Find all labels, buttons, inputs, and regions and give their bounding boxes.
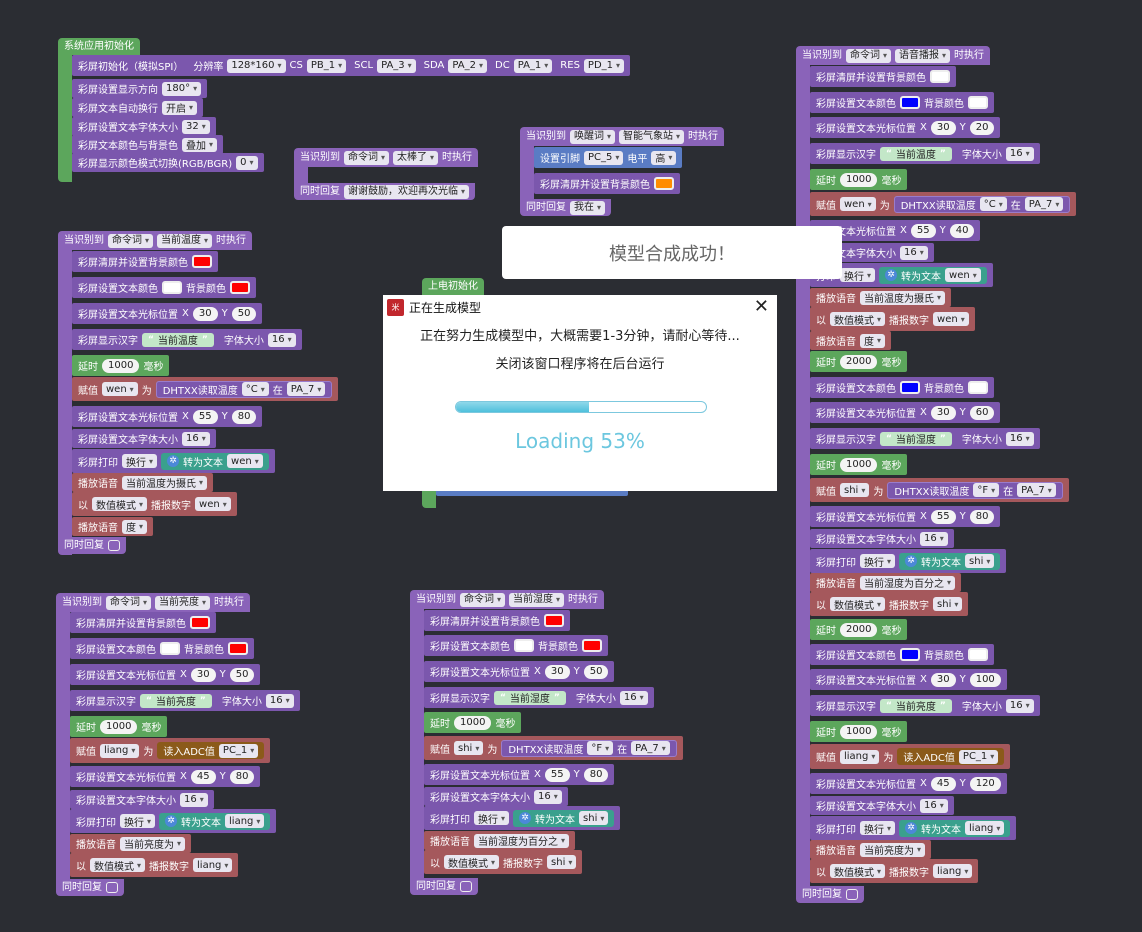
- loading-text: Loading 53%: [515, 429, 645, 453]
- direction-block[interactable]: 彩屏设置显示方向 180°: [72, 79, 208, 98]
- res-pin-dropdown[interactable]: PD_1: [583, 58, 625, 73]
- text-color-swatch[interactable]: [900, 648, 920, 661]
- gear-icon[interactable]: ✲: [519, 812, 532, 824]
- text-color-swatch[interactable]: [900, 96, 920, 109]
- dialog-title: 正在生成模型: [409, 300, 482, 315]
- set-pin-block[interactable]: 设置引脚 PC_5 电平 高: [534, 147, 683, 168]
- overlay-block[interactable]: 彩屏文本颜色与背景色 叠加: [72, 135, 224, 154]
- text-color-swatch[interactable]: [514, 639, 534, 652]
- direction-dropdown[interactable]: 180°: [162, 81, 202, 96]
- scl-pin-dropdown[interactable]: PA_3: [377, 58, 416, 73]
- bg-color-swatch[interactable]: [230, 281, 250, 294]
- cs-pin-dropdown[interactable]: PB_1: [306, 58, 347, 73]
- bg-color-swatch[interactable]: [968, 96, 988, 109]
- bg-color-swatch[interactable]: [544, 614, 564, 627]
- bg-color-swatch[interactable]: [930, 70, 950, 83]
- bg-color-swatch[interactable]: [192, 255, 212, 268]
- close-icon[interactable]: ✕: [754, 297, 769, 317]
- color-mode-dropdown[interactable]: 0: [236, 155, 258, 170]
- success-toast: 模型合成成功！: [502, 226, 842, 279]
- fontsize-dropdown[interactable]: 32: [182, 119, 210, 134]
- text-color-swatch[interactable]: [162, 281, 182, 294]
- bg-color-swatch[interactable]: [654, 177, 674, 190]
- dialog-titlebar: 米 正在生成模型: [383, 295, 777, 319]
- dialog-message: 正在努力生成模型中，大概需要1-3分钟，请耐心等待...: [420, 329, 740, 344]
- color-mode-block[interactable]: 彩屏显示颜色模式切换(RGB/BGR) 0: [72, 153, 264, 172]
- progress-bar: [455, 401, 707, 413]
- resolution-dropdown[interactable]: 128*160: [227, 58, 286, 73]
- gear-icon[interactable]: ✲: [905, 822, 918, 834]
- progress-fill: [456, 402, 589, 412]
- thanks-hat[interactable]: 当识别到 命令词 太棒了 时执行: [294, 148, 479, 167]
- system-init-hat[interactable]: 系统应用初始化: [58, 38, 140, 55]
- thanks-reply[interactable]: 同时回复 谢谢鼓励，欢迎再次光临: [294, 183, 476, 200]
- overlay-dropdown[interactable]: 叠加: [182, 137, 218, 152]
- generate-model-dialog: 米 正在生成模型 ✕ 正在努力生成模型中，大概需要1-3分钟，请耐心等待... …: [383, 295, 777, 491]
- wake-hat[interactable]: 当识别到 唤醒词 智能气象站 时执行: [520, 127, 725, 146]
- dialog-note: 关闭该窗口程序将在后台运行: [495, 357, 665, 372]
- gear-icon[interactable]: ✲: [905, 555, 918, 567]
- screen-init-block[interactable]: 彩屏初始化（模拟SPI） 分辨率 128*160 CS PB_1 SCL PA_…: [72, 55, 631, 76]
- wrap-block[interactable]: 彩屏文本自动换行 开启: [72, 98, 204, 117]
- app-logo-icon: 米: [387, 298, 404, 316]
- bg-color-swatch[interactable]: [968, 648, 988, 661]
- text-color-swatch[interactable]: [900, 381, 920, 394]
- bg-color-swatch[interactable]: [968, 381, 988, 394]
- bg-color-swatch[interactable]: [190, 616, 210, 629]
- bg-color-swatch[interactable]: [582, 639, 602, 652]
- gear-icon[interactable]: ✲: [165, 815, 178, 827]
- temp-c-hat[interactable]: 当识别到 命令词 当前温度 时执行: [58, 231, 253, 250]
- fontsize-block[interactable]: 彩屏设置文本字体大小 32: [72, 117, 216, 136]
- dc-pin-dropdown[interactable]: PA_1: [513, 58, 553, 73]
- gear-icon[interactable]: ✲: [167, 455, 180, 467]
- wake-clear-block[interactable]: 彩屏清屏并设置背景颜色: [534, 173, 680, 194]
- wrap-dropdown[interactable]: 开启: [162, 100, 198, 115]
- text-color-swatch[interactable]: [160, 642, 180, 655]
- bg-color-swatch[interactable]: [228, 642, 248, 655]
- sda-pin-dropdown[interactable]: PA_2: [448, 58, 487, 73]
- wake-reply[interactable]: 同时回复 我在: [520, 199, 612, 216]
- gear-icon[interactable]: ✲: [885, 269, 898, 281]
